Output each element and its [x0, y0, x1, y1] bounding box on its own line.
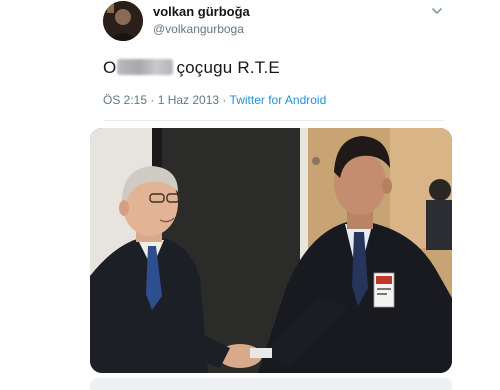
divider	[103, 120, 444, 121]
avatar-image	[103, 1, 143, 41]
avatar[interactable]	[103, 1, 143, 41]
redacted-text	[117, 59, 174, 75]
photo-image	[90, 128, 452, 373]
meta-separator: ·	[147, 93, 158, 107]
tweet-text-suffix: çoçugu R.T.E	[176, 58, 280, 77]
tweet-text: Oçoçugu R.T.E	[103, 58, 280, 78]
chevron-down-icon[interactable]	[430, 4, 444, 18]
display-name[interactable]: volkan gürboğa	[153, 4, 250, 19]
tweet-photo[interactable]	[90, 128, 452, 373]
next-card-edge	[90, 378, 452, 390]
meta-separator: ·	[219, 93, 230, 107]
user-handle[interactable]: @volkangurboga	[153, 22, 244, 36]
tweet-date[interactable]: 1 Haz 2013	[158, 93, 219, 107]
tweet-time[interactable]: ÖS 2:15	[103, 93, 147, 107]
tweet: volkan gürboğa @volkangurboga Oçoçugu R.…	[0, 0, 500, 390]
tweet-text-prefix: O	[103, 58, 117, 77]
tweet-source[interactable]: Twitter for Android	[230, 93, 327, 107]
tweet-meta: ÖS 2:15 · 1 Haz 2013 · Twitter for Andro…	[103, 93, 326, 107]
